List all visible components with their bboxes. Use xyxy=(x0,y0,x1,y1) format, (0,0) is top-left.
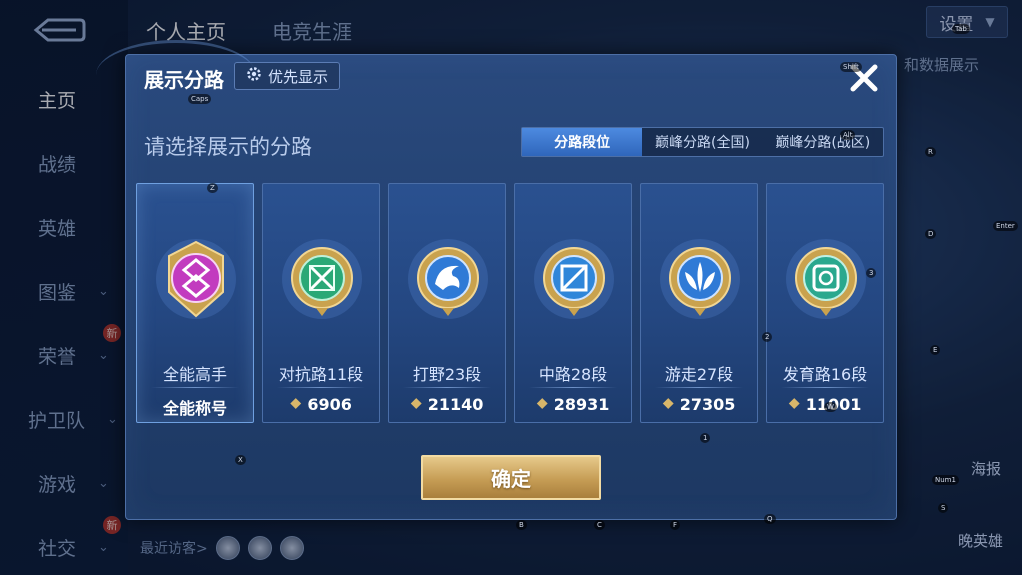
lane-name: 中路28段 xyxy=(538,365,608,384)
lane-power-value: 全能称号 xyxy=(162,399,227,418)
combat-power-icon: ⯁ xyxy=(290,396,302,413)
lane-power-value: 28931 xyxy=(553,395,610,414)
clash-lane-emblem-icon xyxy=(277,234,367,324)
divider xyxy=(781,387,869,388)
tab-peak-lane-national[interactable]: 巅峰分路(全国) xyxy=(642,128,762,156)
key-hint: Alt xyxy=(840,130,856,140)
key-hint: X xyxy=(235,455,246,465)
combat-power-icon: ⯁ xyxy=(536,396,548,413)
gear-icon xyxy=(246,66,262,86)
key-hint: Q xyxy=(764,514,776,524)
lane-power: 全能称号 xyxy=(137,395,253,419)
lane-card[interactable]: 对抗路11段 ⯁ 6906 xyxy=(262,183,380,423)
lane-card[interactable]: 发育路16段 ⯁11001 xyxy=(766,183,884,423)
lane-power-value: 6906 xyxy=(307,395,352,414)
lane-name: 游走27段 xyxy=(664,365,734,384)
key-hint: R xyxy=(925,147,936,157)
key-hint: B xyxy=(516,520,527,530)
lane-name: 全能高手 xyxy=(162,365,227,384)
lane-card[interactable]: 中路28段 ⯁ 28931 xyxy=(514,183,632,423)
lane-card[interactable]: 打野23段 ⯁ 21140 xyxy=(388,183,506,423)
key-hint: F xyxy=(670,520,681,530)
combat-power-icon: ⯁ xyxy=(788,396,800,413)
lane-type-tabs: 分路段位 巅峰分路(全国) 巅峰分路(战区) xyxy=(521,127,884,157)
lane-card-list: 全能高手 全能称号 对抗路11段 ⯁ 6906 打野23段 ⯁ 21140 中路… xyxy=(136,183,884,423)
key-hint: Tab xyxy=(952,24,970,34)
lane-power-value: 21140 xyxy=(427,395,484,414)
divider xyxy=(151,387,239,388)
priority-display-label: 优先显示 xyxy=(267,67,328,86)
priority-display-button[interactable]: 优先显示 xyxy=(234,62,340,90)
dialog-subtitle: 请选择展示的分路 xyxy=(144,135,312,159)
lane-power: ⯁ 6906 xyxy=(263,395,379,414)
divider xyxy=(529,387,617,388)
divider xyxy=(655,387,743,388)
lane-card[interactable]: 全能高手 全能称号 xyxy=(136,183,254,423)
key-hint: Num1 xyxy=(932,475,959,485)
key-hint: Enter xyxy=(993,221,1018,231)
key-hint: W xyxy=(824,402,837,412)
all-rounder-emblem-icon xyxy=(151,234,241,324)
key-hint: Shift xyxy=(840,62,862,72)
combat-power-icon: ⯁ xyxy=(410,396,422,413)
tab-peak-lane-region[interactable]: 巅峰分路(战区) xyxy=(763,128,883,156)
lane-power: ⯁ 27305 xyxy=(641,395,757,414)
combat-power-icon: ⯁ xyxy=(662,396,674,413)
farm-lane-emblem-icon xyxy=(781,234,871,324)
lane-card[interactable]: 游走27段 ⯁ 27305 xyxy=(640,183,758,423)
key-hint: Z xyxy=(207,183,218,193)
confirm-button[interactable]: 确定 xyxy=(421,455,601,500)
lane-power: ⯁ 21140 xyxy=(389,395,505,414)
key-hint: C xyxy=(594,520,605,530)
lane-name: 打野23段 xyxy=(412,365,482,384)
lane-name: 对抗路11段 xyxy=(278,365,364,384)
lane-power-value: 27305 xyxy=(679,395,736,414)
lane-power: ⯁ 28931 xyxy=(515,395,631,414)
divider xyxy=(403,387,491,388)
roam-emblem-icon xyxy=(655,234,745,324)
key-hint: Caps xyxy=(188,94,212,104)
divider xyxy=(277,387,365,388)
jungle-emblem-icon xyxy=(403,234,493,324)
dialog-title: 展示分路 xyxy=(144,68,224,92)
tab-lane-rank[interactable]: 分路段位 xyxy=(522,128,643,156)
mid-lane-emblem-icon xyxy=(529,234,619,324)
lane-name: 发育路16段 xyxy=(782,365,868,384)
